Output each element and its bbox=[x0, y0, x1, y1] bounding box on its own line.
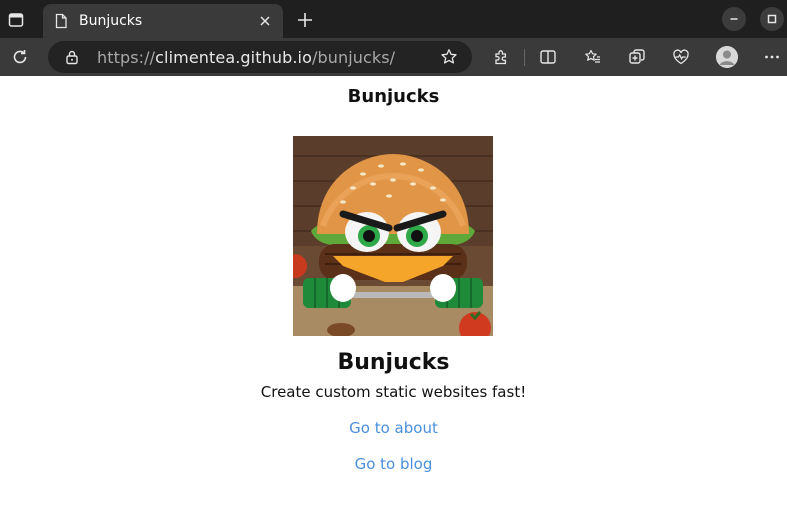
about-link-row: Go to about bbox=[0, 419, 787, 437]
site-title: Bunjucks bbox=[337, 350, 450, 375]
go-to-blog-link[interactable]: Go to blog bbox=[355, 455, 433, 473]
url-scheme: https:// bbox=[97, 48, 156, 67]
browser-tab[interactable]: Bunjucks bbox=[43, 4, 283, 38]
go-to-about-link[interactable]: Go to about bbox=[349, 419, 438, 437]
tab-actions-icon[interactable] bbox=[6, 10, 26, 30]
tab-title: Bunjucks bbox=[79, 13, 143, 29]
page-content: Bunjucks Bunjucks Create custom static w… bbox=[0, 76, 787, 525]
profile-avatar[interactable] bbox=[716, 46, 738, 68]
hero-image bbox=[293, 136, 493, 336]
page-header-title: Bunjucks bbox=[347, 86, 440, 107]
tab-strip: Bunjucks bbox=[0, 0, 787, 38]
split-screen-icon[interactable] bbox=[538, 47, 558, 67]
reload-icon[interactable] bbox=[10, 47, 30, 67]
site-tagline: Create custom static websites fast! bbox=[260, 383, 527, 401]
browser-toolbar: https://climentea.github.io/bunjucks/ bbox=[0, 38, 787, 76]
favorite-star-icon[interactable] bbox=[440, 48, 458, 66]
page-icon bbox=[53, 13, 69, 29]
address-bar[interactable]: https://climentea.github.io/bunjucks/ bbox=[48, 41, 472, 73]
more-options-icon[interactable] bbox=[762, 47, 782, 67]
minimize-window-icon[interactable] bbox=[722, 7, 746, 31]
url-text[interactable]: https://climentea.github.io/bunjucks/ bbox=[97, 48, 395, 67]
maximize-window-icon[interactable] bbox=[760, 7, 784, 31]
new-tab-icon[interactable] bbox=[294, 9, 316, 31]
url-path: /bunjucks/ bbox=[311, 48, 396, 67]
browser-window: Bunjucks https://climentea.github.io/bun… bbox=[0, 0, 787, 525]
close-tab-icon[interactable] bbox=[257, 13, 273, 29]
toolbar-separator bbox=[524, 49, 525, 66]
lock-icon[interactable] bbox=[64, 49, 80, 65]
favorites-icon[interactable] bbox=[583, 47, 603, 67]
browser-essentials-icon[interactable] bbox=[671, 47, 691, 67]
url-host: climentea.github.io bbox=[155, 48, 312, 67]
burger-mascot-illustration bbox=[293, 136, 493, 336]
blog-link-row: Go to blog bbox=[0, 455, 787, 473]
collections-icon[interactable] bbox=[627, 47, 647, 67]
extensions-icon[interactable] bbox=[491, 47, 511, 67]
